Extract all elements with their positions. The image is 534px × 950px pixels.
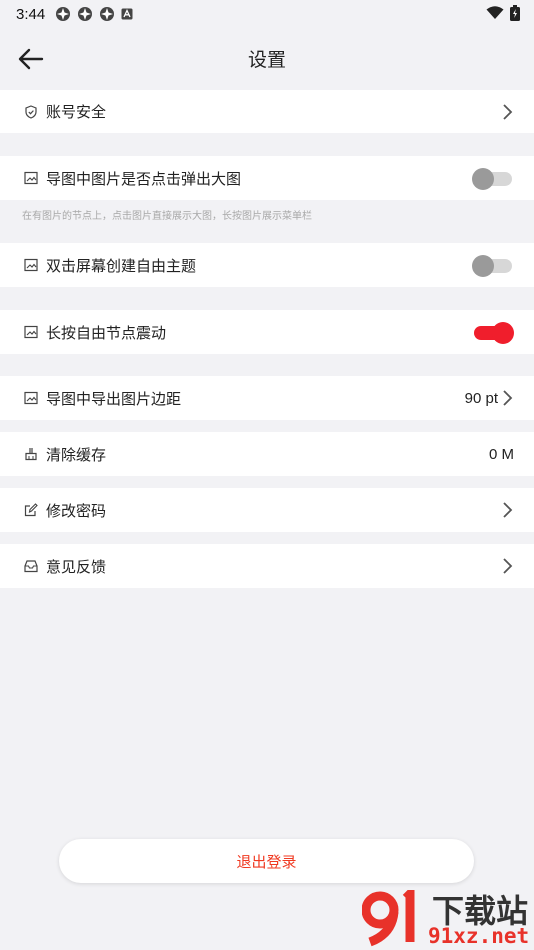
- shield-icon: [24, 104, 38, 119]
- image-icon: [24, 391, 38, 405]
- popup-image-label: 导图中图片是否点击弹出大图: [46, 169, 242, 188]
- clear-cache-row[interactable]: 清除缓存 0 M: [0, 432, 534, 476]
- status-time: 3:44: [16, 5, 46, 23]
- battery-icon: [510, 5, 520, 21]
- double-click-row: 双击屏幕创建自由主题: [0, 243, 534, 287]
- image-icon: [24, 171, 38, 185]
- popup-image-row: 导图中图片是否点击弹出大图: [0, 156, 534, 200]
- edit-icon: [24, 503, 38, 517]
- popup-image-toggle[interactable]: [472, 168, 514, 190]
- image-icon: [24, 258, 38, 272]
- feedback-row[interactable]: 意见反馈: [0, 544, 534, 588]
- export-margin-value: 90 pt: [464, 389, 498, 407]
- image-icon: [24, 325, 38, 339]
- chevron-right-icon: [503, 390, 513, 406]
- clear-cache-label: 清除缓存: [46, 445, 107, 464]
- account-security-label: 账号安全: [46, 103, 107, 121]
- popup-image-hint: 在有图片的节点上，点击图片直接展示大图，长按图片展示菜单栏: [22, 211, 312, 222]
- export-margin-label: 导图中导出图片边距: [46, 389, 182, 408]
- wifi-icon: [486, 6, 504, 19]
- broom-icon: [24, 447, 38, 461]
- app-notification-icon: [56, 7, 71, 21]
- page-title: 设置: [247, 48, 286, 71]
- account-security-row[interactable]: 账号安全: [0, 90, 534, 133]
- long-press-label: 长按自由节点震动: [46, 323, 167, 342]
- app-notification-icon: [100, 7, 115, 21]
- watermark-url: 91xz.net: [428, 924, 530, 948]
- double-click-toggle[interactable]: [472, 255, 514, 277]
- app-header: 设置: [0, 30, 534, 86]
- change-password-label: 修改密码: [46, 501, 107, 520]
- a-notification-icon: [121, 8, 133, 20]
- double-click-label: 双击屏幕创建自由主题: [46, 256, 197, 275]
- feedback-label: 意见反馈: [46, 557, 107, 576]
- long-press-toggle[interactable]: [472, 322, 514, 344]
- clear-cache-value: 0 M: [488, 445, 514, 463]
- export-margin-row[interactable]: 导图中导出图片边距 90 pt: [0, 376, 534, 420]
- back-button[interactable]: [16, 44, 46, 74]
- chevron-right-icon: [503, 103, 513, 120]
- chevron-right-icon: [503, 502, 513, 518]
- change-password-row[interactable]: 修改密码: [0, 488, 534, 532]
- arrow-left-icon: [18, 48, 44, 70]
- chevron-right-icon: [503, 558, 513, 574]
- long-press-row: 长按自由节点震动: [0, 310, 534, 354]
- inbox-icon: [24, 559, 38, 573]
- logout-button[interactable]: 退出登录: [59, 839, 474, 883]
- status-bar: 3:44: [0, 0, 534, 28]
- watermark-logo-icon: [362, 890, 415, 947]
- watermark: 下载站 91xz.net: [362, 884, 534, 950]
- app-notification-icon: [78, 7, 93, 21]
